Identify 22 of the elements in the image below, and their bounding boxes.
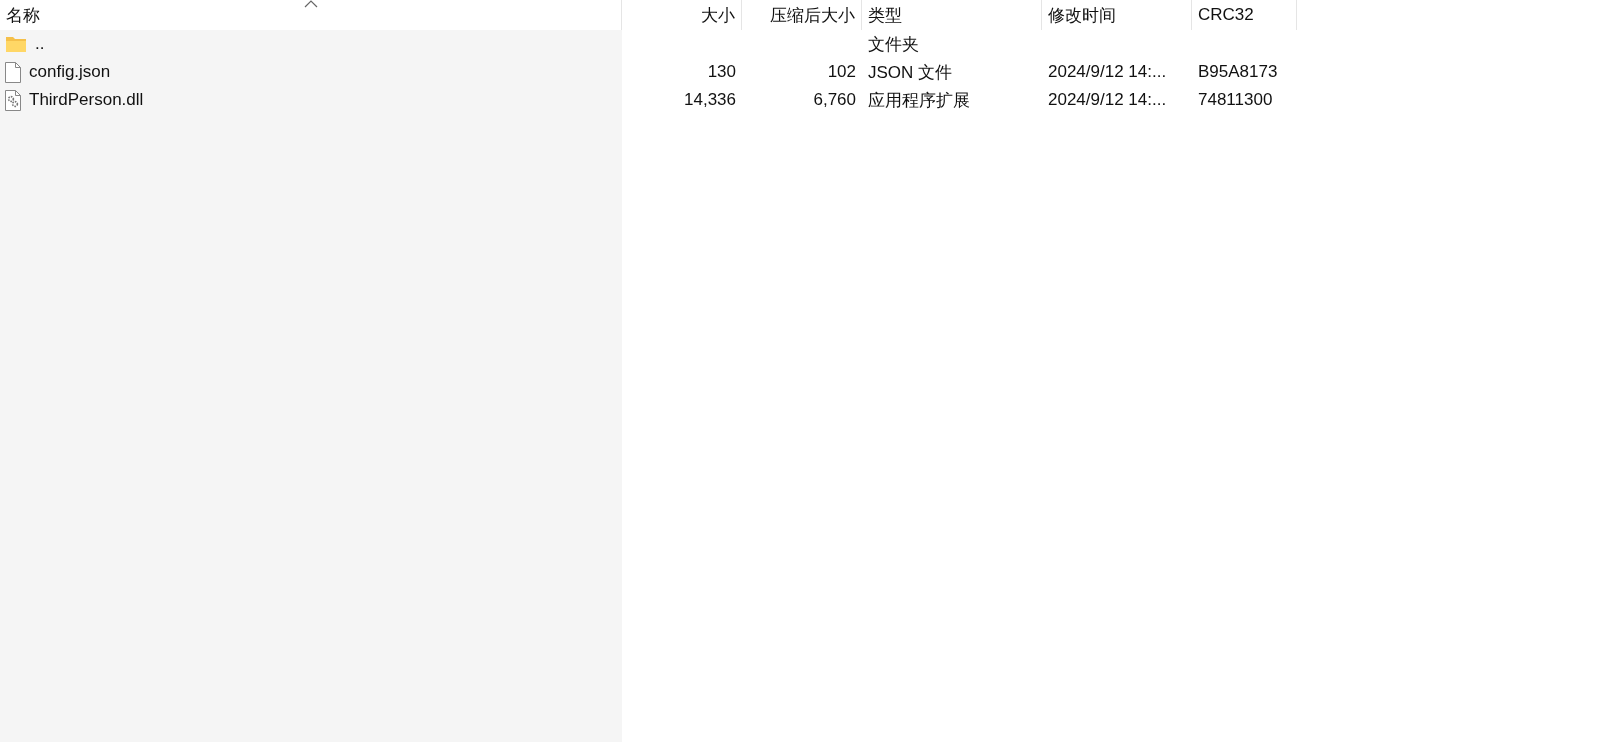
file-name[interactable]: ThirdPerson.dll (29, 90, 144, 110)
table-cell: 2024/9/12 14:... (1048, 90, 1167, 110)
table-cell: 102 (827, 62, 856, 82)
table-cell: 74811300 (1198, 90, 1273, 110)
table-cell-text: JSON 文件 (868, 61, 953, 84)
column-header[interactable]: 压缩后大小 (742, 0, 862, 30)
table-cell-text: 应用程序扩展 (868, 89, 970, 112)
file-icon (5, 61, 21, 83)
table-cell: 6,760 (813, 90, 856, 110)
column-header[interactable]: 修改时间 (1042, 0, 1192, 30)
column-header[interactable]: 类型 (862, 0, 1042, 30)
table-cell: 2024/9/12 14:... (1048, 62, 1167, 82)
column-header[interactable]: 大小 (622, 0, 742, 30)
table-cell-text: 文件夹 (868, 33, 919, 56)
file-name[interactable]: .. (35, 34, 45, 54)
table-cell: B95A8173 (1198, 62, 1278, 82)
table-cell: 14,336 (684, 90, 736, 110)
gear-file-icon (5, 89, 21, 111)
folder-icon (5, 35, 27, 53)
table-cell: 130 (707, 62, 736, 82)
file-name[interactable]: config.json (29, 62, 111, 82)
column-header[interactable]: CRC32 (1192, 0, 1297, 30)
